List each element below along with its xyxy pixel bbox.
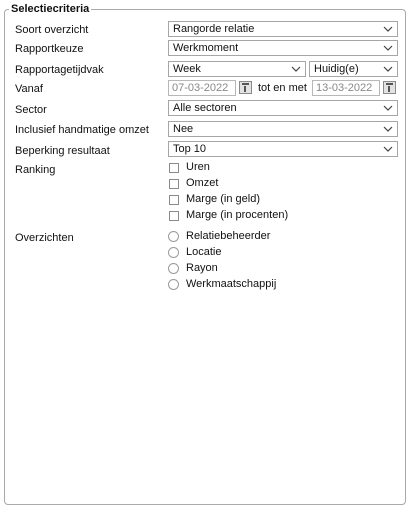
overzichten-option-label: Werkmaatschappij	[186, 278, 277, 290]
tijdvak-relative-value: Huidig(e)	[314, 63, 359, 75]
ranking-option-label: Uren	[186, 161, 210, 173]
overzichten-option-label: Rayon	[186, 262, 218, 274]
overzichten-option-label: Relatiebeheerder	[186, 230, 271, 242]
overzichten-radio-rayon[interactable]	[168, 263, 179, 274]
rapportagetijdvak-label: Rapportagetijdvak	[15, 64, 104, 76]
ranking-checkbox-omzet[interactable]	[169, 179, 179, 189]
beperking-resultaat-value: Top 10	[173, 143, 207, 155]
tijdvak-period-select[interactable]: Week	[168, 61, 306, 77]
chevron-down-icon	[291, 66, 301, 72]
overzichten-radio-locatie[interactable]	[168, 247, 179, 258]
soort-overzicht-select[interactable]: Rangorde relatie	[168, 21, 398, 37]
sector-label: Sector	[15, 104, 47, 116]
soort-overzicht-value: Rangorde relatie	[173, 23, 255, 35]
handmatige-omzet-value: Nee	[173, 123, 194, 135]
ranking-option-label: Marge (in geld)	[186, 193, 260, 205]
calendar-icon[interactable]	[383, 81, 396, 94]
chevron-down-icon	[383, 126, 393, 132]
ranking-checkbox-uren[interactable]	[169, 163, 179, 173]
handmatige-omzet-label: Inclusief handmatige omzet	[15, 124, 149, 136]
soort-overzicht-label: Soort overzicht	[15, 24, 89, 36]
rapportkeuze-label: Rapportkeuze	[15, 43, 84, 55]
ranking-checkbox-marge-procenten[interactable]	[169, 211, 179, 221]
calendar-icon[interactable]	[239, 81, 252, 94]
date-from-input[interactable]: 07-03-2022	[168, 80, 236, 96]
chevron-down-icon	[383, 146, 393, 152]
rapportkeuze-select[interactable]: Werkmoment	[168, 40, 398, 56]
vanaf-label: Vanaf	[15, 83, 43, 95]
chevron-down-icon	[383, 105, 393, 111]
overzichten-label: Overzichten	[15, 232, 74, 244]
beperking-resultaat-label: Beperking resultaat	[15, 145, 110, 157]
ranking-label: Ranking	[15, 164, 56, 176]
ranking-option-label: Marge (in procenten)	[186, 209, 289, 221]
date-to-input[interactable]: 13-03-2022	[312, 80, 380, 96]
overzichten-radio-relatiebeheerder[interactable]	[168, 231, 179, 242]
sector-value: Alle sectoren	[173, 102, 237, 114]
overzichten-option-label: Locatie	[186, 246, 222, 258]
ranking-checkbox-marge-geld[interactable]	[169, 195, 179, 205]
panel-title: Selectiecriteria	[9, 3, 92, 15]
handmatige-omzet-select[interactable]: Nee	[168, 121, 398, 137]
ranking-option-label: Omzet	[186, 177, 219, 189]
beperking-resultaat-select[interactable]: Top 10	[168, 141, 398, 157]
overzichten-radio-werkmaatschappij[interactable]	[168, 279, 179, 290]
chevron-down-icon	[383, 66, 393, 72]
date-range-separator: tot en met	[258, 82, 307, 94]
chevron-down-icon	[383, 45, 393, 51]
tijdvak-relative-select[interactable]: Huidig(e)	[309, 61, 398, 77]
tijdvak-period-value: Week	[173, 63, 201, 75]
chevron-down-icon	[383, 26, 393, 32]
rapportkeuze-value: Werkmoment	[173, 42, 239, 54]
sector-select[interactable]: Alle sectoren	[168, 100, 398, 116]
